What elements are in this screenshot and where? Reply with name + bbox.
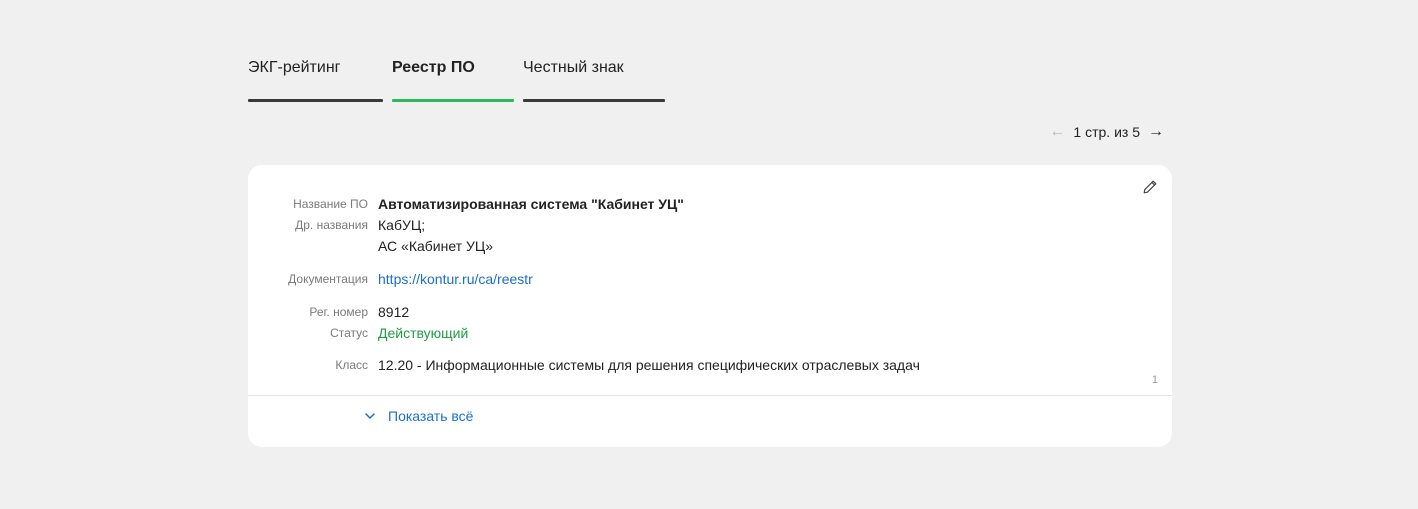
- pencil-icon[interactable]: [1142, 179, 1158, 195]
- field-label: Название ПО: [293, 197, 368, 211]
- tab-label: Честный знак: [523, 59, 624, 76]
- field-class: Класс 12.20 - Информационные системы для…: [248, 355, 1172, 376]
- docs-link[interactable]: https://kontur.ru/ca/reestr: [378, 271, 533, 287]
- field-label: Статус: [330, 326, 368, 340]
- arrow-right-icon[interactable]: →: [1148, 123, 1164, 141]
- field-name: Название ПО Автоматизированная система "…: [248, 194, 1172, 215]
- software-name: Автоматизированная система "Кабинет УЦ": [378, 196, 684, 212]
- page-indicator: 1 стр. из 5: [1073, 124, 1140, 140]
- show-all-label: Показать всё: [388, 408, 474, 424]
- field-alt-names-cont: АС «Кабинет УЦ»: [248, 236, 1172, 257]
- tab-honest-sign[interactable]: Честный знак: [523, 56, 665, 102]
- field-label: Рег. номер: [309, 305, 368, 319]
- chevron-down-icon: [365, 413, 375, 419]
- software-card: Название ПО Автоматизированная система "…: [248, 165, 1172, 447]
- field-label: Класс: [335, 358, 368, 372]
- class-value: 12.20 - Информационные системы для решен…: [378, 357, 920, 373]
- show-all-button[interactable]: Показать всё: [364, 408, 473, 424]
- field-status: Статус Действующий: [248, 323, 1172, 344]
- field-label: Др. названия: [295, 218, 368, 232]
- status-badge: Действующий: [378, 325, 469, 341]
- tab-bar: ЭКГ-рейтинг Реестр ПО Честный знак: [248, 56, 665, 102]
- pagination: ← 1 стр. из 5 →: [1049, 123, 1164, 141]
- tab-label: Реестр ПО: [392, 59, 475, 76]
- tab-ekg-rating[interactable]: ЭКГ-рейтинг: [248, 56, 383, 102]
- item-counter: 1: [1151, 374, 1158, 386]
- field-alt-names: Др. названия КабУЦ;: [248, 215, 1172, 236]
- field-label: Документация: [288, 272, 368, 286]
- field-list: Название ПО Автоматизированная система "…: [248, 194, 1172, 376]
- alt-name-2: АС «Кабинет УЦ»: [378, 238, 493, 254]
- alt-name-1: КабУЦ;: [378, 217, 426, 233]
- tab-label: ЭКГ-рейтинг: [248, 59, 341, 76]
- field-reg-number: Рег. номер 8912: [248, 302, 1172, 323]
- tab-software-registry[interactable]: Реестр ПО: [392, 56, 514, 102]
- reg-number-value: 8912: [378, 304, 410, 320]
- field-docs: Документация https://kontur.ru/ca/reestr: [248, 269, 1172, 290]
- divider: [248, 395, 1172, 396]
- arrow-left-icon[interactable]: ←: [1049, 123, 1065, 141]
